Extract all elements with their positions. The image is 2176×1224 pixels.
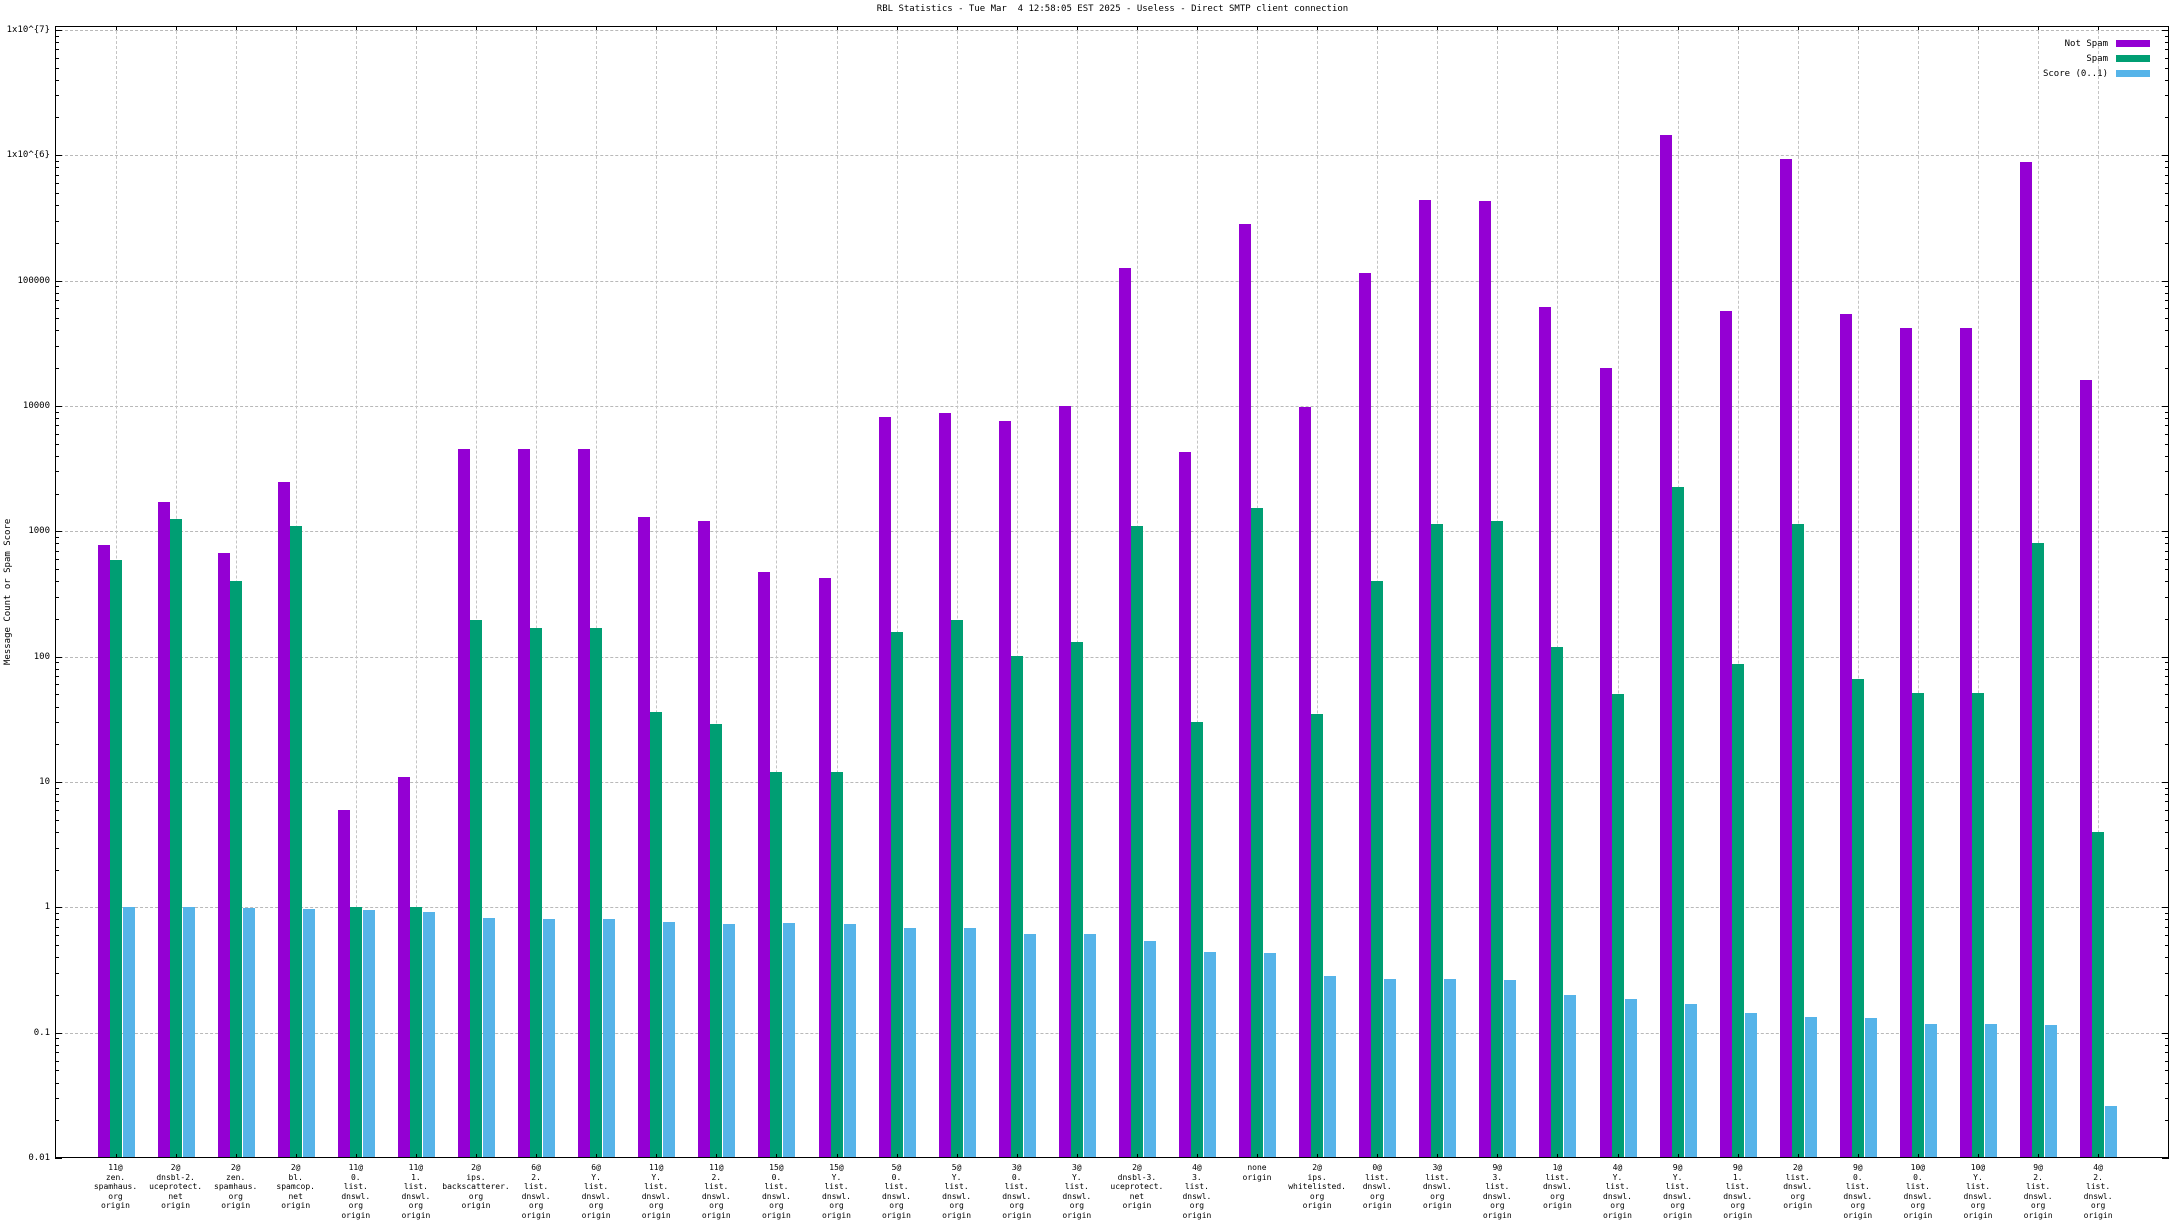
legend-label-not-spam: Not Spam xyxy=(2064,39,2108,49)
y-tick-label: 1 xyxy=(44,902,50,913)
x-tick-label: 4@ 2. list. dnswl. org origin xyxy=(2083,1163,2113,1220)
legend-label-spam: Spam xyxy=(2086,54,2108,64)
legend-swatch-score xyxy=(2116,70,2150,77)
chart-title: RBL Statistics - Tue Mar 4 12:58:05 EST … xyxy=(876,4,1349,14)
y-tick-label: 100000 xyxy=(17,275,50,286)
y-tick-label: 10 xyxy=(39,776,50,787)
y-tick-label: 1x10^{7} xyxy=(6,24,50,35)
legend-swatch-spam xyxy=(2116,55,2150,62)
y-major-tick xyxy=(55,1158,62,1159)
plot-border xyxy=(55,26,2169,1158)
y-tick-label: 1x10^{6} xyxy=(6,150,50,161)
y-tick-label: 1000 xyxy=(28,526,50,537)
y-major-tick xyxy=(2162,1158,2169,1159)
y-tick-label: 10000 xyxy=(22,400,50,411)
legend-label-score: Score (0..1) xyxy=(2042,69,2108,79)
rbl-statistics-chart: RBL Statistics - Tue Mar 4 12:58:05 EST … xyxy=(0,0,2176,1224)
legend-swatch-not-spam xyxy=(2116,40,2150,47)
y-tick-label: 100 xyxy=(33,651,50,662)
y-axis-title: Message Count or Spam Score xyxy=(3,518,13,666)
y-tick-label: 0.01 xyxy=(28,1153,50,1163)
y-tick-label: 0.1 xyxy=(33,1027,50,1038)
